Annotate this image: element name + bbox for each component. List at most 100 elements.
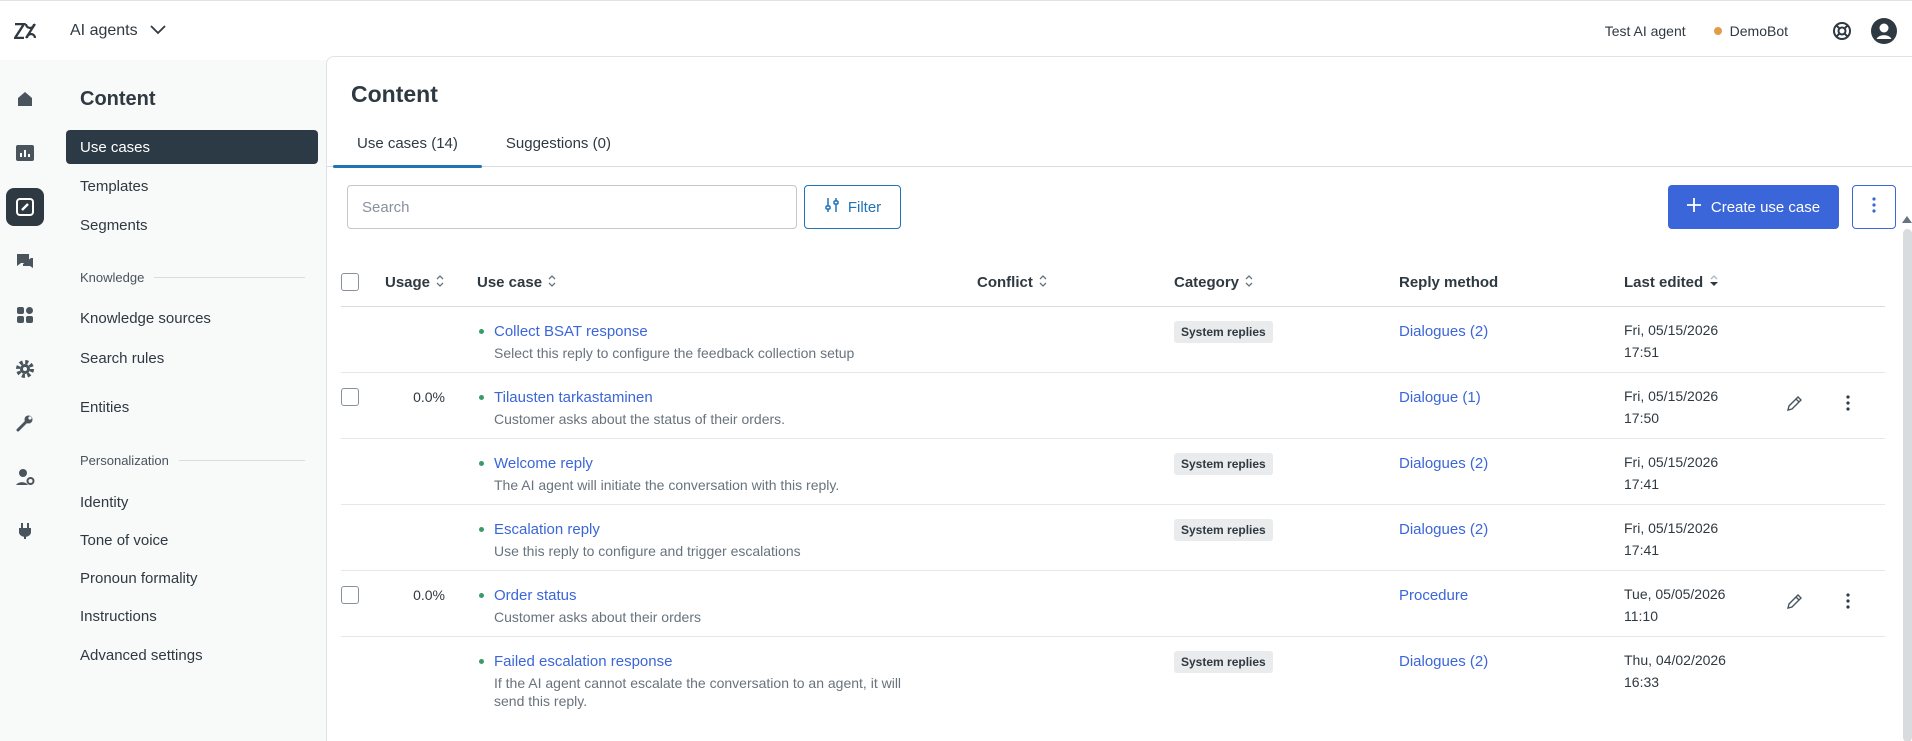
use-case-link[interactable]: Welcome reply <box>477 455 944 472</box>
plugin-icon[interactable] <box>6 512 44 550</box>
conversations-icon[interactable] <box>6 242 44 280</box>
vertical-ellipsis-icon <box>1872 196 1876 218</box>
table-row[interactable]: Collect BSAT response Select this reply … <box>341 307 1885 373</box>
col-usage[interactable]: Usage <box>385 257 444 307</box>
bot-selector[interactable]: DemoBot <box>1713 23 1788 39</box>
main-content: Content Use cases (14) Suggestions (0) S… <box>326 56 1912 741</box>
subnav-item-identity[interactable]: Identity <box>66 485 318 519</box>
knowledge-group-label: Knowledge <box>80 270 145 285</box>
filter-button[interactable]: Filter <box>804 185 901 229</box>
table-row[interactable]: 0.0% Tilausten tarkastaminen Customer as… <box>341 373 1885 439</box>
subnav-item-advanced-settings[interactable]: Advanced settings <box>66 638 318 672</box>
table-scrollbar[interactable] <box>1901 211 1912 741</box>
table-row[interactable]: Escalation reply Use this reply to confi… <box>341 505 1885 571</box>
col-category[interactable]: Category <box>1174 257 1253 307</box>
use-case-link[interactable]: Tilausten tarkastaminen <box>477 389 944 406</box>
table-header: Usage Use case Conflict Category Reply m… <box>341 257 1885 307</box>
col-conflict[interactable]: Conflict <box>977 257 1047 307</box>
last-edited-date: Fri, 05/15/2026 <box>1624 322 1719 338</box>
scroll-up-arrow-icon[interactable] <box>1901 214 1912 224</box>
tab-suggestions[interactable]: Suggestions (0) <box>482 127 635 167</box>
tab-use-cases[interactable]: Use cases (14) <box>333 127 482 168</box>
select-all-checkbox[interactable] <box>341 273 359 291</box>
sort-desc-icon <box>1709 274 1719 291</box>
apps-icon[interactable] <box>6 296 44 334</box>
subnav-item-instructions[interactable]: Instructions <box>66 599 318 633</box>
use-case-description: If the AI agent cannot escalate the conv… <box>494 675 902 709</box>
last-edited-date: Tue, 05/05/2026 <box>1624 586 1726 602</box>
subnav-item-segments[interactable]: Segments <box>66 208 318 242</box>
active-status-dot <box>479 395 484 400</box>
more-options-button[interactable] <box>1852 185 1896 229</box>
use-case-link[interactable]: Failed escalation response <box>477 653 934 670</box>
select-all-checkbox-cell <box>341 257 359 307</box>
content-tabs: Use cases (14) Suggestions (0) <box>327 127 1912 168</box>
row-checkbox[interactable] <box>341 388 359 406</box>
use-case-cell: Tilausten tarkastaminen Customer asks ab… <box>477 389 944 428</box>
edit-pencil-icon[interactable] <box>1785 395 1803 418</box>
col-last-edited[interactable]: Last edited <box>1624 257 1719 307</box>
reply-method-link[interactable]: Dialogue (1) <box>1399 389 1481 406</box>
active-status-dot <box>479 593 484 598</box>
use-case-title: Welcome reply <box>494 455 593 472</box>
subnav-item-entities[interactable]: Entities <box>66 390 318 424</box>
col-conflict-label: Conflict <box>977 273 1033 291</box>
user-avatar-icon[interactable] <box>1868 15 1900 47</box>
settings-gear-icon[interactable] <box>6 350 44 388</box>
create-use-case-label: Create use case <box>1710 198 1821 216</box>
last-edited-time: 17:41 <box>1624 542 1660 558</box>
test-ai-agent-link[interactable]: Test AI agent <box>1605 23 1686 39</box>
test-ai-agent-label: Test AI agent <box>1604 22 1686 39</box>
category-badge: System replies <box>1174 453 1273 475</box>
content-icon[interactable] <box>6 188 44 226</box>
zendesk-logo[interactable] <box>0 1 50 61</box>
analytics-icon[interactable] <box>6 134 44 172</box>
product-name: AI agents <box>70 21 138 39</box>
help-icon[interactable] <box>1826 15 1858 47</box>
reply-method-link[interactable]: Dialogues (2) <box>1399 323 1488 340</box>
top-bar: AI agents Test AI agent DemoBot <box>0 0 1912 60</box>
use-case-title: Escalation reply <box>494 521 600 538</box>
wrench-icon[interactable] <box>6 404 44 442</box>
subnav-item-use-cases[interactable]: Use cases <box>66 130 318 164</box>
use-case-link[interactable]: Collect BSAT response <box>477 323 944 340</box>
col-use-case[interactable]: Use case <box>477 257 556 307</box>
reply-method-link[interactable]: Dialogues (2) <box>1399 521 1488 538</box>
use-case-link[interactable]: Order status <box>477 587 944 604</box>
col-use-case-label: Use case <box>477 273 543 291</box>
row-more-icon[interactable] <box>1846 593 1850 614</box>
scroll-thumb[interactable] <box>1903 229 1912 741</box>
edit-pencil-icon[interactable] <box>1785 593 1803 616</box>
table-row[interactable]: Failed escalation response If the AI age… <box>341 637 1885 709</box>
active-status-dot <box>479 329 484 334</box>
last-edited-cell: Thu, 04/02/2026 16:33 <box>1624 649 1726 693</box>
reply-method-link[interactable]: Dialogues (2) <box>1399 653 1488 670</box>
table-row[interactable]: 0.0% Order status Customer asks about th… <box>341 571 1885 637</box>
reply-method-link[interactable]: Dialogues (2) <box>1399 455 1488 472</box>
subnav-item-pronoun-formality[interactable]: Pronoun formality <box>66 561 318 595</box>
plus-icon <box>1686 198 1701 216</box>
use-case-description: Customer asks about the status of their … <box>494 411 786 427</box>
use-case-description: Use this reply to configure and trigger … <box>494 543 801 559</box>
search-input[interactable]: Search <box>347 185 797 229</box>
use-case-description: Select this reply to configure the feedb… <box>494 345 855 361</box>
subnav-item-knowledge-sources[interactable]: Knowledge sources <box>66 301 318 335</box>
product-switcher[interactable]: AI agents <box>70 22 166 40</box>
table-row[interactable]: Welcome reply The AI agent will initiate… <box>341 439 1885 505</box>
category-cell: System replies <box>1174 519 1273 541</box>
row-checkbox[interactable] <box>341 586 359 604</box>
reply-method-link[interactable]: Procedure <box>1399 587 1468 604</box>
content-subnav: Content Use cases Templates Segments Kno… <box>50 60 326 741</box>
use-case-link[interactable]: Escalation reply <box>477 521 944 538</box>
sort-icon <box>548 274 556 291</box>
subnav-item-templates[interactable]: Templates <box>66 169 318 203</box>
create-use-case-button[interactable]: Create use case <box>1668 185 1839 229</box>
home-icon[interactable] <box>6 80 44 118</box>
col-reply-method: Reply method <box>1399 257 1498 307</box>
subnav-item-search-rules[interactable]: Search rules <box>66 341 318 375</box>
category-badge: System replies <box>1174 321 1273 343</box>
user-settings-icon[interactable] <box>6 458 44 496</box>
category-cell: System replies <box>1174 453 1273 475</box>
subnav-item-tone-of-voice[interactable]: Tone of voice <box>66 523 318 557</box>
row-more-icon[interactable] <box>1846 395 1850 416</box>
